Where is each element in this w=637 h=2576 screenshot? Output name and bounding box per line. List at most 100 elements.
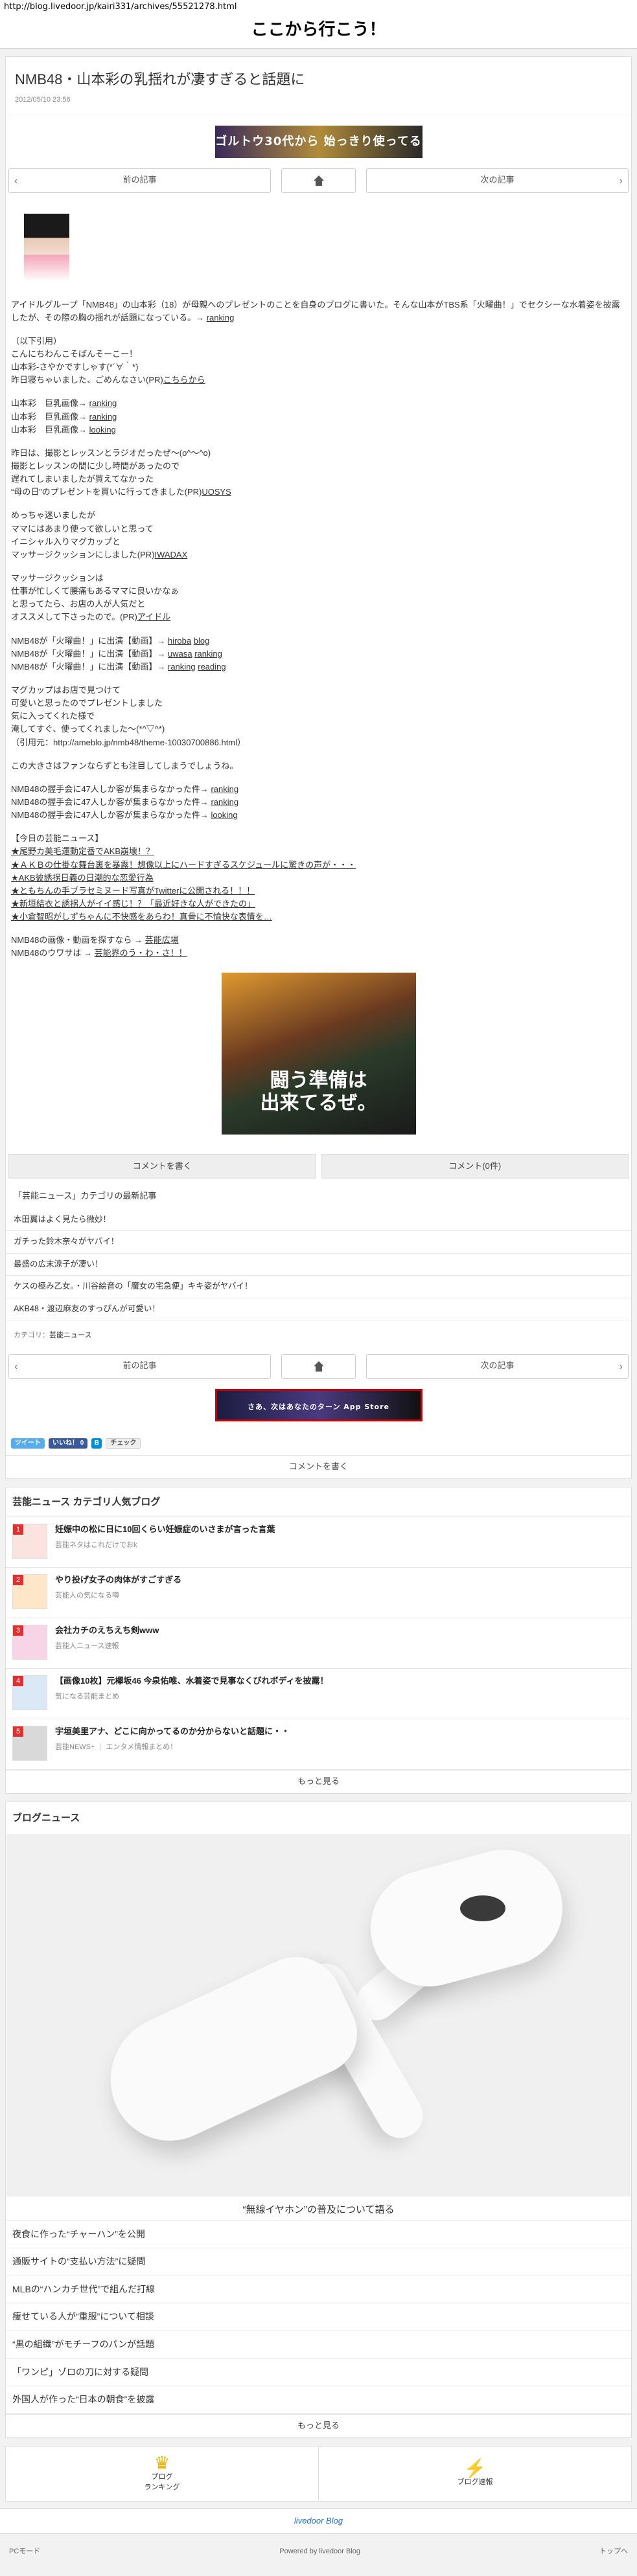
category-link[interactable]: 芸能ニュース bbox=[49, 1331, 91, 1339]
body-line: オススメして下さったので。(PR)アイドル bbox=[11, 612, 171, 622]
ranking-link[interactable]: ranking bbox=[168, 662, 196, 672]
article-pager-top: ‹ 前の記事 次の記事 › bbox=[6, 168, 631, 193]
hatena-bookmark-button[interactable]: B bbox=[91, 1438, 102, 1449]
news-feature-caption[interactable]: “無線イヤホン”の普及について語る bbox=[6, 2197, 631, 2221]
comment-count-button[interactable]: コメント(0件) bbox=[321, 1154, 629, 1179]
body-line: “母の日”のプレゼントを買いに行ってきました(PR)UOSYS bbox=[11, 487, 231, 497]
body-line: ママにはあまり使って欲しいと思って bbox=[11, 523, 154, 534]
home-icon bbox=[313, 1361, 325, 1372]
geinoukai-uwasa-link[interactable]: 芸能界のう・わ・さ！！ bbox=[95, 948, 187, 958]
news-item[interactable]: 外国人が作った“日本の朝食”を披露 bbox=[6, 2386, 631, 2414]
recent-link[interactable]: ★小倉智昭がしずちゃんに不快感をあらわ！真骨に不愉快な表情を… bbox=[11, 912, 272, 921]
category-item[interactable]: 本田翼はよく見たら微妙！ bbox=[6, 1209, 631, 1232]
recent-link[interactable]: ★ともちんの手ブラセミヌード写真がTwitterに公開される！！！ bbox=[11, 886, 255, 896]
body-line: NMB48の握手会に47人しか客が集まらなかった件→ ranking bbox=[11, 797, 239, 807]
news-item[interactable]: 「ワンピ」ゾロの刀に対する疑問 bbox=[6, 2359, 631, 2387]
rank-number: 4 bbox=[13, 1675, 23, 1686]
uwasa-link[interactable]: uwasa bbox=[168, 649, 192, 659]
next-article-button[interactable]: 次の記事 › bbox=[366, 1353, 629, 1379]
chevron-left-icon: ‹ bbox=[14, 175, 18, 186]
ranking-link[interactable]: ranking bbox=[194, 649, 222, 659]
category-item[interactable]: ケスの極み乙女。・川谷絵音の「魔女の宅急便」キキ姿がヤバイ！ bbox=[6, 1276, 631, 1298]
prev-article-button[interactable]: ‹ 前の記事 bbox=[8, 168, 271, 193]
ad-copy: 闘う準備は 出来てるぜ。 bbox=[260, 1069, 377, 1114]
recent-link[interactable]: ★新垣結衣と誘拐人がイイ感じ！？「最近好きな人ができたの」 bbox=[11, 899, 255, 909]
home-button[interactable] bbox=[281, 168, 356, 193]
body-line: マッサージクッションは bbox=[11, 572, 104, 583]
square-ad[interactable]: 闘う準備は 出来てるぜ。 bbox=[221, 973, 416, 1135]
ranking-thumb: 2 bbox=[12, 1574, 47, 1609]
article-thumbnail[interactable] bbox=[24, 213, 69, 282]
ranking-link[interactable]: ranking bbox=[207, 313, 235, 322]
prev-article-button[interactable]: ‹ 前の記事 bbox=[8, 1353, 271, 1379]
write-comment-wide-button[interactable]: コメントを書く bbox=[6, 1454, 631, 1478]
iwadax-link[interactable]: IWADAX bbox=[154, 550, 187, 559]
category-item[interactable]: ガチった鈴木奈々がヤバイ！ bbox=[6, 1231, 631, 1254]
body-line: NMB48が「火曜曲！」に出演【動画】→ uwasa ranking bbox=[11, 648, 222, 659]
news-item[interactable]: 痩せている人が“重服”について相談 bbox=[6, 2303, 631, 2331]
article-pager-bottom: ‹ 前の記事 次の記事 › bbox=[6, 1353, 631, 1379]
bottom-banner-ad[interactable]: さあ、次はあなたのターン App Store bbox=[214, 1388, 423, 1421]
news-item[interactable]: MLBの“ハンカチ世代”で組んだ打線 bbox=[6, 2276, 631, 2304]
ranking-item[interactable]: 4 【画像10枚】元欅坂46 今泉佑唯、水着姿で見事なくびれボディを披露！ 気に… bbox=[6, 1669, 631, 1719]
recent-link[interactable]: ★尾野カ美毛運動定番でAKB崩壊！？ bbox=[11, 846, 154, 856]
uosys-link[interactable]: UOSYS bbox=[202, 487, 231, 497]
ranking-title: 芸能ニュース カテゴリ人気ブログ bbox=[6, 1487, 631, 1517]
recent-heading: 【今日の芸能ニュース】 bbox=[11, 833, 104, 844]
recent-link[interactable]: ★AKB彼誘拐日義の日潮的な恋愛行為 bbox=[11, 873, 154, 883]
ranking-item[interactable]: 2 やり投げ女子の肉体がすごすぎる 芸能人の気になる噂 bbox=[6, 1568, 631, 1618]
hiroba-link[interactable]: hiroba bbox=[168, 636, 191, 646]
livedoor-check-button[interactable]: チェック bbox=[106, 1438, 141, 1449]
pc-mode-link[interactable]: PCモード bbox=[9, 2547, 40, 2557]
ranking-link[interactable]: ranking bbox=[211, 797, 238, 807]
quote-start: （以下引用） bbox=[11, 335, 62, 346]
kochira-link[interactable]: こちらから bbox=[163, 375, 205, 385]
body-line: 昨日寝ちゃいました、ごめんなさい(PR)こちらから bbox=[11, 375, 205, 385]
blog-news-card: ブログニュース “無線イヤホン”の普及について語る 夜食に作った“チャーハン”を… bbox=[5, 1801, 632, 2438]
livedoor-blog-logo[interactable]: livedoor Blog bbox=[0, 2507, 637, 2534]
ranking-item[interactable]: 3 会社カチのえちえち剣www 芸能人ニュース速報 bbox=[6, 1618, 631, 1669]
facebook-like-button[interactable]: いいね！ 0 bbox=[49, 1438, 88, 1449]
looking-link[interactable]: looking bbox=[89, 425, 116, 435]
ranking-more-button[interactable]: もっと見る bbox=[6, 1769, 631, 1793]
address-bar[interactable]: http://blog.livedoor.jp/kairi331/archive… bbox=[0, 0, 637, 14]
home-button[interactable] bbox=[281, 1353, 356, 1379]
body-line: 山本彩 巨乳画像→ ranking bbox=[11, 398, 117, 409]
news-item[interactable]: “黒の組織”がモチーフのパンが話題 bbox=[6, 2331, 631, 2359]
ranking-item[interactable]: 1 妊娠中の松に日に10回くらい妊娠症のいさまが言った言葉 芸能ネタはこれだけで… bbox=[6, 1517, 631, 1568]
body-line: NMB48の握手会に47人しか客が集まらなかった件→ ranking bbox=[11, 784, 239, 794]
ranking-item-title: 会社カチのえちえち剣www bbox=[55, 1625, 159, 1635]
category-item[interactable]: 最盛の広末涼子が凄い！ bbox=[6, 1254, 631, 1276]
looking-link[interactable]: looking bbox=[211, 810, 237, 820]
geinou-hiroba-link[interactable]: 芸能広場 bbox=[145, 935, 179, 945]
ranking-link[interactable]: ranking bbox=[211, 784, 238, 794]
ranking-link[interactable]: ranking bbox=[89, 398, 117, 408]
news-item[interactable]: 夜食に作った“チャーハン”を公開 bbox=[6, 2221, 631, 2249]
next-article-button[interactable]: 次の記事 › bbox=[366, 168, 629, 193]
tweet-button[interactable]: ツイート bbox=[11, 1438, 45, 1449]
ranking-item-title: やり投げ女子の肉体がすごすぎる bbox=[55, 1574, 182, 1585]
next-article-label: 次の記事 bbox=[480, 175, 515, 185]
category-item[interactable]: AKB48・渡辺麻友のすっぴんが可愛い！ bbox=[6, 1298, 631, 1321]
ranking-link[interactable]: ranking bbox=[89, 412, 117, 422]
blog-link[interactable]: blog bbox=[194, 636, 210, 646]
footer-nav: ♛ ブログ ランキング ⚡ ブログ速報 bbox=[5, 2445, 632, 2502]
social-buttons: ツイート いいね！ 0 B チェック bbox=[6, 1432, 631, 1455]
body-line: こんにちわんこそばんそーこー！ bbox=[11, 349, 138, 359]
write-comment-button[interactable]: コメントを書く bbox=[8, 1154, 316, 1179]
news-more-button[interactable]: もっと見る bbox=[6, 2413, 631, 2437]
news-feature-image[interactable] bbox=[6, 1833, 631, 2197]
top-banner-ad[interactable]: ゴルトウ30代から 始っきり使ってる 神アプリ bbox=[214, 125, 423, 181]
reading-link[interactable]: reading bbox=[198, 662, 226, 672]
recent-link[interactable]: ★ＡＫＢの仕掛な舞台裏を暴露！想像以上にハードすぎるスケジュールに驚きの声が・・… bbox=[11, 860, 356, 870]
back-to-top-link[interactable]: トップへ bbox=[599, 2547, 628, 2557]
blog-ranking-link[interactable]: ♛ ブログ ランキング bbox=[6, 2446, 319, 2501]
article-header: NMB48・山本彩の乳揺れが凄すぎると話題に 2012/05/10 23:56 bbox=[6, 57, 631, 115]
idol-link[interactable]: アイドル bbox=[137, 612, 170, 622]
blog-news-link[interactable]: ⚡ ブログ速報 bbox=[319, 2446, 631, 2501]
category-list: 本田翼はよく見たら微妙！ ガチった鈴木奈々がヤバイ！ 最盛の広末涼子が凄い！ ケ… bbox=[6, 1209, 631, 1321]
ranking-item[interactable]: 5 宇垣美里アナ、どこに向かってるのか分からないと話題に・・ 芸能NEWS+ ｜… bbox=[6, 1719, 631, 1770]
prev-article-label: 前の記事 bbox=[122, 1361, 157, 1371]
news-item[interactable]: 通販サイトの“支払い方法”に疑問 bbox=[6, 2248, 631, 2276]
blog-title[interactable]: ここから行こう！ bbox=[0, 14, 637, 49]
